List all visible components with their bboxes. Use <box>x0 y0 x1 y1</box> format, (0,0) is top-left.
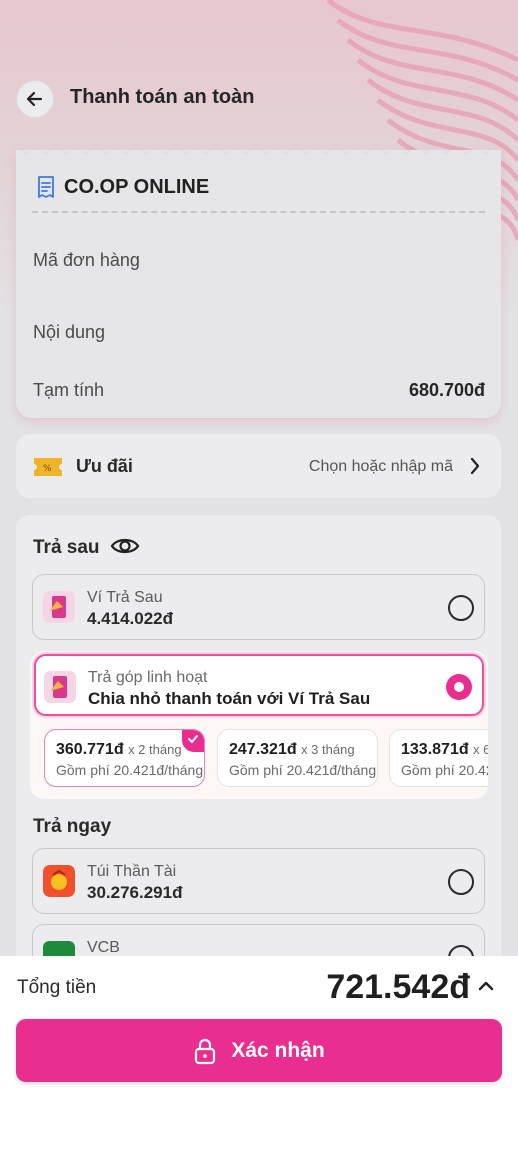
plan-term: x 6 tháng <box>473 742 488 757</box>
page-title: Thanh toán an toàn <box>70 86 255 108</box>
plan-amount: 247.321đ <box>229 741 297 758</box>
eye-icon[interactable] <box>110 535 140 557</box>
plan-amount-row: 360.771đ x 2 tháng <box>56 741 182 759</box>
pay-later-title: Trả sau <box>33 537 100 558</box>
subtotal-label: Tạm tính <box>33 380 105 400</box>
total-label: Tổng tiền <box>17 977 97 998</box>
plan-fee: Gồm phí 20.421đ/tháng <box>401 762 488 778</box>
plan-amount: 133.871đ <box>401 741 469 758</box>
plan-card[interactable]: 247.321đ x 3 tháng Gồm phí 20.421đ/tháng <box>217 729 378 787</box>
total-value: 721.542đ <box>326 968 470 1006</box>
receipt-edge <box>16 150 501 160</box>
merchant-name: CO.OP ONLINE <box>64 176 210 198</box>
plan-amount-row: 247.321đ x 3 tháng <box>229 741 355 759</box>
wallet-name: Ví Trả Sau <box>87 589 163 606</box>
than-tai-radio[interactable] <box>448 869 474 895</box>
installment-plans: 360.771đ x 2 tháng Gồm phí 20.421đ/tháng… <box>30 729 488 791</box>
order-id-label: Mã đơn hàng <box>33 250 140 270</box>
wallet-pay-later-option[interactable]: Ví Trả Sau 4.414.022đ <box>32 574 485 640</box>
order-summary-card: CO.OP ONLINE Mã đơn hàng Nội dung Tạm tí… <box>16 150 501 418</box>
plan-term: x 2 tháng <box>128 742 182 757</box>
chevron-right-icon <box>470 457 480 475</box>
than-tai-balance: 30.276.291đ <box>87 883 183 902</box>
than-tai-option[interactable]: Túi Thần Tài 30.276.291đ <box>32 848 485 914</box>
checkout-bar: Tổng tiền 721.542đ Xác nhận <box>0 956 518 1156</box>
plan-amount: 360.771đ <box>56 741 124 758</box>
voucher-icon: % <box>34 458 62 476</box>
lock-icon <box>195 1038 216 1064</box>
subtotal-value: 680.700đ <box>408 380 485 400</box>
confirm-button[interactable]: Xác nhận <box>16 1019 502 1082</box>
than-tai-icon <box>43 865 75 897</box>
installment-desc: Chia nhỏ thanh toán với Ví Trả Sau <box>88 689 371 708</box>
check-icon <box>182 730 204 752</box>
back-button[interactable] <box>16 80 54 118</box>
svg-text:%: % <box>43 464 52 474</box>
vcb-name: VCB <box>87 939 120 956</box>
confirm-label: Xác nhận <box>231 1038 325 1062</box>
installment-section: Trả góp linh hoạt Chia nhỏ thanh toán vớ… <box>30 651 488 799</box>
top-bar: Thanh toán an toàn <box>0 78 518 118</box>
arrow-left-icon <box>26 91 43 107</box>
plan-term: x 3 tháng <box>301 742 355 757</box>
receipt-icon <box>38 176 54 198</box>
promo-action[interactable]: Chọn hoặc nhập mã <box>309 458 453 476</box>
plan-fee: Gồm phí 20.421đ/tháng <box>229 762 377 778</box>
plan-card[interactable]: 360.771đ x 2 tháng Gồm phí 20.421đ/tháng <box>44 729 205 787</box>
than-tai-name: Túi Thần Tài <box>87 863 177 880</box>
wallet-balance: 4.414.022đ <box>87 609 174 628</box>
promo-label: Ưu đãi <box>76 456 133 476</box>
divider <box>32 211 485 213</box>
pay-now-title: Trả ngay <box>33 816 112 837</box>
chevron-up-icon[interactable] <box>478 980 494 992</box>
plan-card[interactable]: 133.871đ x 6 tháng Gồm phí 20.421đ/tháng <box>389 729 488 787</box>
installment-name: Trả góp linh hoạt <box>88 669 208 686</box>
installment-radio-selected[interactable] <box>446 674 472 700</box>
plan-fee: Gồm phí 20.421đ/tháng <box>56 762 204 778</box>
promo-row[interactable]: % Ưu đãi Chọn hoặc nhập mã <box>16 434 501 498</box>
installment-icon <box>44 671 76 703</box>
plan-amount-row: 133.871đ x 6 tháng <box>401 741 488 759</box>
wallet-radio[interactable] <box>448 595 474 621</box>
content-label: Nội dung <box>33 322 106 342</box>
installment-option[interactable]: Trả góp linh hoạt Chia nhỏ thanh toán vớ… <box>34 654 484 716</box>
wallet-pay-later-icon <box>43 591 75 623</box>
